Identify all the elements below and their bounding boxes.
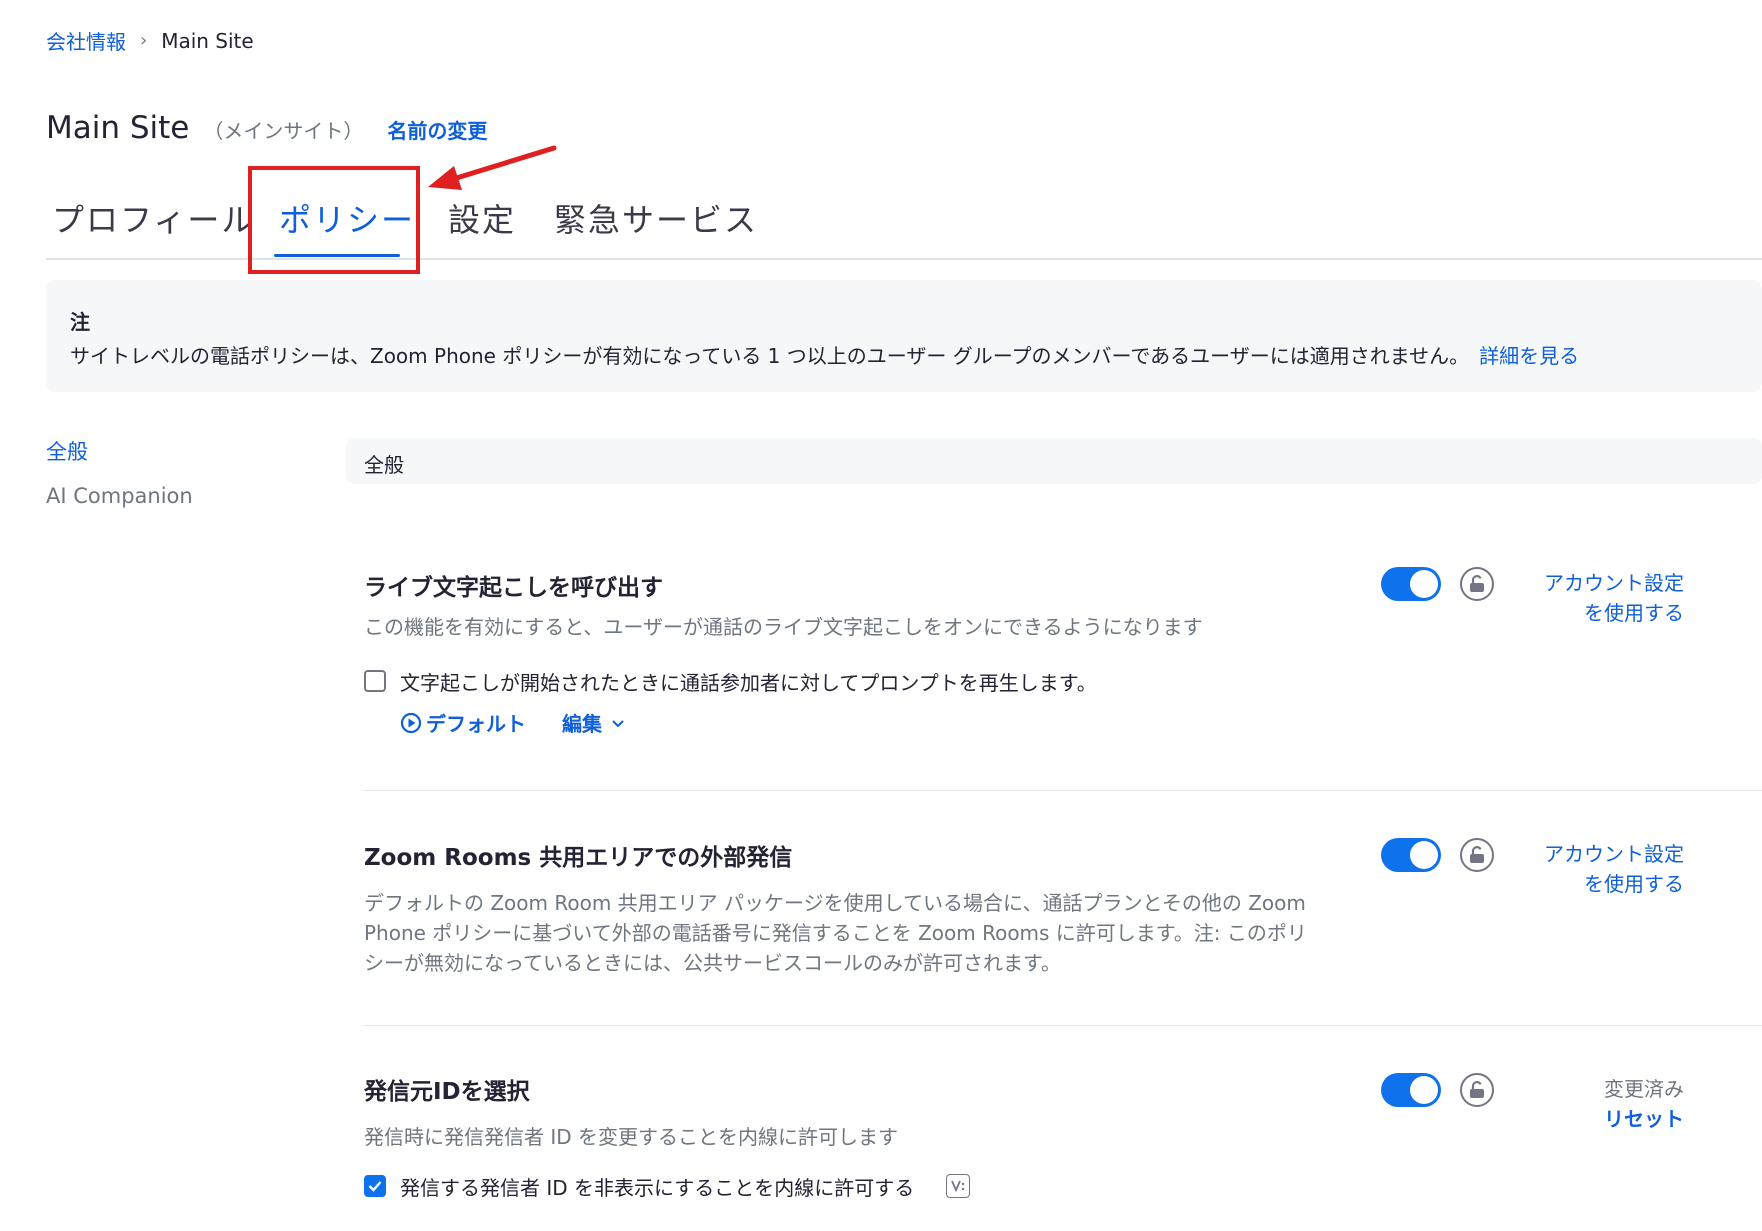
setting-title-live-transcription: ライブ文字起こしを呼び出す <box>364 575 663 601</box>
section-header-title: 全般 <box>364 453 404 477</box>
page-title: Main Site <box>46 110 190 146</box>
breadcrumb-current: Main Site <box>161 28 254 53</box>
edit-dropdown[interactable]: 編集 <box>562 708 626 737</box>
setting-title-zoom-rooms-outbound: Zoom Rooms 共用エリアでの外部発信 <box>364 845 793 871</box>
toggle-knob <box>1410 1076 1438 1104</box>
divider <box>363 1025 1762 1026</box>
page-subtitle: （メインサイト） <box>203 119 364 143</box>
setting-desc-live-transcription: この機能を有効にすると、ユーザーが通話のライブ文字起こしをオンにできるようになり… <box>364 615 1203 639</box>
link-line: アカウント設定 <box>1544 842 1684 866</box>
breadcrumb-company-info-link[interactable]: 会社情報 <box>46 26 126 55</box>
modified-label: 変更済み <box>1604 1077 1684 1101</box>
prompt-on-transcription-label: 文字起こしが開始されたときに通話参加者に対してプロンプトを再生します。 <box>400 671 1097 695</box>
reset-link[interactable]: リセット <box>1484 1104 1684 1134</box>
section-header: 全般 <box>346 438 1762 484</box>
toggle-knob <box>1410 841 1438 869</box>
hide-caller-id-label: 発信する発信者 ID を非表示にすることを内線に許可する <box>400 1176 915 1200</box>
notice-banner: 注 サイトレベルの電話ポリシーは、Zoom Phone ポリシーが有効になってい… <box>46 280 1762 392</box>
link-line: アカウント設定 <box>1544 571 1684 595</box>
desc-line: Phone ポリシーに基づいて外部の電話番号に発信することを Zoom Room… <box>364 921 1307 945</box>
desc-line: デフォルトの Zoom Room 共用エリア パッケージを使用している場合に、通… <box>364 891 1306 915</box>
use-account-settings-link[interactable]: アカウント設定 を使用する <box>1484 839 1684 899</box>
setting-desc-zoom-rooms-outbound: デフォルトの Zoom Room 共用エリア パッケージを使用している場合に、通… <box>364 888 1364 978</box>
divider <box>363 790 1762 791</box>
sidenav-item-ai-companion[interactable]: AI Companion <box>46 484 193 508</box>
notice-body: サイトレベルの電話ポリシーは、Zoom Phone ポリシーが有効になっている … <box>70 340 1579 369</box>
rename-link[interactable]: 名前の変更 <box>387 115 487 144</box>
setting-title-caller-id: 発信元IDを選択 <box>364 1079 530 1105</box>
default-prompt-link[interactable]: デフォルト <box>400 708 526 737</box>
edit-label: 編集 <box>562 712 602 736</box>
toggle-knob <box>1410 570 1438 598</box>
caller-id-toggle[interactable] <box>1381 1073 1441 1107</box>
link-line: を使用する <box>1584 601 1684 625</box>
notice-text: サイトレベルの電話ポリシーは、Zoom Phone ポリシーが有効になっている … <box>70 344 1470 368</box>
tab-policy[interactable]: ポリシー <box>279 195 415 241</box>
tab-emergency-services[interactable]: 緊急サービス <box>554 195 758 241</box>
live-transcription-toggle[interactable] <box>1381 567 1441 601</box>
chevron-right-icon: › <box>140 30 148 51</box>
use-account-settings-link[interactable]: アカウント設定 を使用する <box>1484 568 1684 628</box>
hide-caller-id-checkbox[interactable] <box>364 1175 386 1197</box>
tab-profile[interactable]: プロフィール <box>52 195 255 241</box>
breadcrumb: 会社情報 › Main Site <box>46 26 254 55</box>
play-circle-icon <box>400 712 422 733</box>
link-line: を使用する <box>1584 872 1684 896</box>
prompt-on-transcription-checkbox[interactable] <box>364 670 386 692</box>
checkmark-icon <box>368 1181 382 1192</box>
learn-more-link[interactable]: 詳細を見る <box>1479 344 1579 368</box>
sidenav-item-general[interactable]: 全般 <box>46 436 88 466</box>
modified-status: 変更済み リセット <box>1484 1074 1684 1134</box>
active-tab-indicator <box>274 254 400 257</box>
tab-bar: プロフィール ポリシー 設定 緊急サービス <box>46 185 1762 260</box>
chevron-down-icon <box>612 719 624 727</box>
desc-line: シーが無効になっているときには、公共サービスコールのみが許可されます。 <box>364 951 1061 975</box>
zoom-rooms-outbound-toggle[interactable] <box>1381 838 1441 872</box>
tab-settings[interactable]: 設定 <box>448 195 516 241</box>
title-row: Main Site （メインサイト） 名前の変更 <box>46 110 487 146</box>
notice-heading: 注 <box>70 310 90 334</box>
default-prompt-label: デフォルト <box>426 712 526 736</box>
info-badge-icon[interactable] <box>946 1174 970 1198</box>
setting-desc-caller-id: 発信時に発信発信者 ID を変更することを内線に許可します <box>364 1125 899 1149</box>
